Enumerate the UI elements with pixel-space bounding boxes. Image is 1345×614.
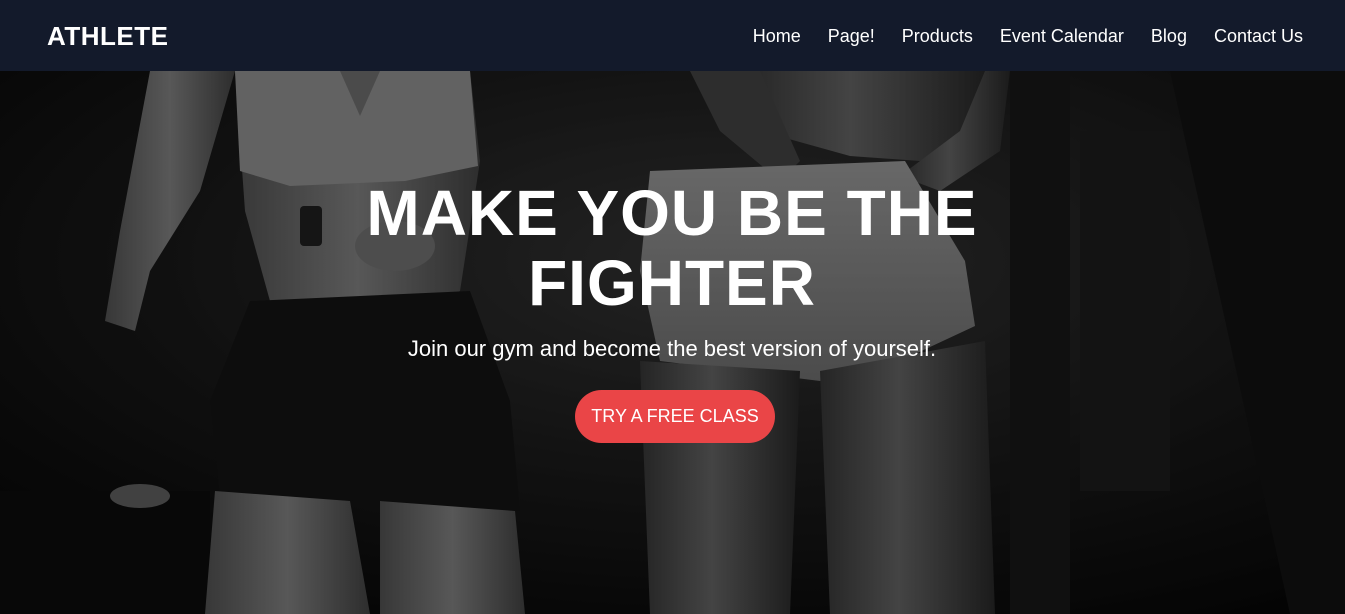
nav-links: Home Page! Products Event Calendar Blog …	[753, 24, 1303, 48]
nav-link-event-calendar[interactable]: Event Calendar	[1000, 24, 1124, 48]
brand-logo[interactable]: ATHLETE	[47, 20, 168, 52]
hero-section: MAKE YOU BE THE FIGHTER Join our gym and…	[0, 71, 1345, 614]
nav-link-home[interactable]: Home	[753, 24, 801, 48]
nav-link-blog[interactable]: Blog	[1151, 24, 1187, 48]
nav-link-page[interactable]: Page!	[828, 24, 875, 48]
hero-subtitle: Join our gym and become the best version…	[407, 336, 937, 361]
try-free-class-button[interactable]: TRY A FREE CLASS	[575, 390, 775, 443]
page: ATHLETE Home Page! Products Event Calend…	[0, 0, 1345, 614]
navbar: ATHLETE Home Page! Products Event Calend…	[0, 0, 1345, 71]
hero-content: MAKE YOU BE THE FIGHTER Join our gym and…	[0, 71, 1345, 614]
nav-link-contact-us[interactable]: Contact Us	[1214, 24, 1303, 48]
nav-link-products[interactable]: Products	[902, 24, 973, 48]
hero-title: MAKE YOU BE THE FIGHTER	[366, 177, 978, 319]
